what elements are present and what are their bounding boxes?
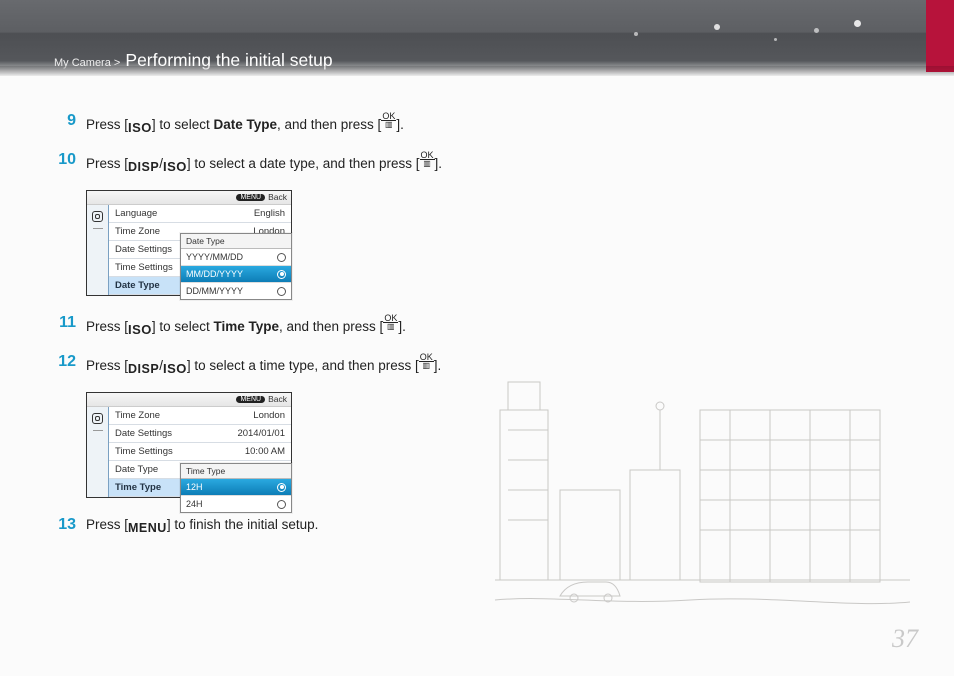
menu-row-date-settings[interactable]: Date Settings2014/01/01	[109, 425, 291, 443]
breadcrumb: My Camera > Performing the initial setup	[54, 50, 333, 71]
radio-icon	[277, 253, 286, 262]
back-label: Back	[268, 394, 287, 404]
iso-icon: ISO	[163, 158, 187, 176]
option-mmddyyyy[interactable]: MM/DD/YYYY	[181, 266, 291, 283]
popup-date-type: Date Type YYYY/MM/DD MM/DD/YYYY DD/MM/YY…	[180, 233, 292, 300]
gear-icon	[92, 211, 103, 222]
menu-side-tabs	[87, 407, 109, 497]
menu-list: Time ZoneLondon Date Settings2014/01/01 …	[109, 407, 291, 497]
ok-icon: OK▥	[381, 112, 396, 129]
disp-icon: DISP	[128, 158, 159, 176]
menu-pill-icon: MENU	[236, 194, 265, 201]
accent-tab	[926, 0, 954, 72]
ok-icon: OK▥	[419, 353, 434, 370]
step-number: 13	[54, 516, 76, 534]
step-text: Press [ISO] to select Date Type, and the…	[86, 112, 404, 137]
radio-icon	[277, 483, 286, 492]
radio-icon	[277, 500, 286, 509]
step-number: 12	[54, 353, 76, 371]
menu-row-timezone[interactable]: Time ZoneLondon	[109, 407, 291, 425]
ok-icon: OK▥	[420, 151, 435, 168]
menu-icon: MENU	[128, 519, 167, 537]
menu-top-bar: MENUBack	[87, 191, 291, 205]
popup-header: Time Type	[181, 464, 291, 479]
step-10: 10 Press [DISP/ISO] to select a date typ…	[54, 151, 900, 176]
camera-menu-time-type: MENUBack Time ZoneLondon Date Settings20…	[86, 392, 292, 498]
back-label: Back	[268, 192, 287, 202]
step-text: Press [DISP/ISO] to select a time type, …	[86, 353, 441, 378]
breadcrumb-prefix: My Camera >	[54, 57, 120, 69]
step-text: Press [ISO] to select Time Type, and the…	[86, 314, 406, 339]
option-12h[interactable]: 12H	[181, 479, 291, 496]
menu-top-bar: MENUBack	[87, 393, 291, 407]
step-number: 9	[54, 112, 76, 130]
step-number: 11	[54, 314, 76, 332]
disp-icon: DISP	[128, 360, 159, 378]
page-number: 37	[892, 624, 918, 654]
step-9: 9 Press [ISO] to select Date Type, and t…	[54, 112, 900, 137]
step-text: Press [DISP/ISO] to select a date type, …	[86, 151, 442, 176]
ok-icon: OK▥	[383, 314, 398, 331]
iso-icon: ISO	[163, 360, 187, 378]
popup-time-type: Time Type 12H 24H	[180, 463, 292, 513]
popup-header: Date Type	[181, 234, 291, 249]
option-yyyymmdd[interactable]: YYYY/MM/DD	[181, 249, 291, 266]
menu-row-time-settings[interactable]: Time Settings10:00 AM	[109, 443, 291, 461]
step-number: 10	[54, 151, 76, 169]
step-11: 11 Press [ISO] to select Time Type, and …	[54, 314, 900, 339]
iso-icon: ISO	[128, 321, 152, 339]
menu-pill-icon: MENU	[236, 396, 265, 403]
menu-side-tabs	[87, 205, 109, 295]
option-24h[interactable]: 24H	[181, 496, 291, 512]
menu-row-language[interactable]: LanguageEnglish	[109, 205, 291, 223]
option-ddmmyyyy[interactable]: DD/MM/YYYY	[181, 283, 291, 299]
iso-icon: ISO	[128, 119, 152, 137]
step-text: Press [MENU] to finish the initial setup…	[86, 516, 318, 537]
page-title: Performing the initial setup	[125, 50, 332, 70]
page-header: My Camera > Performing the initial setup	[0, 0, 954, 76]
menu-list: LanguageEnglish Time ZoneLondon Date Set…	[109, 205, 291, 295]
gear-icon	[92, 413, 103, 424]
header-decoration	[594, 10, 894, 70]
city-illustration	[490, 370, 910, 630]
camera-menu-date-type: MENUBack LanguageEnglish Time ZoneLondon…	[86, 190, 292, 296]
radio-icon	[277, 270, 286, 279]
radio-icon	[277, 287, 286, 296]
